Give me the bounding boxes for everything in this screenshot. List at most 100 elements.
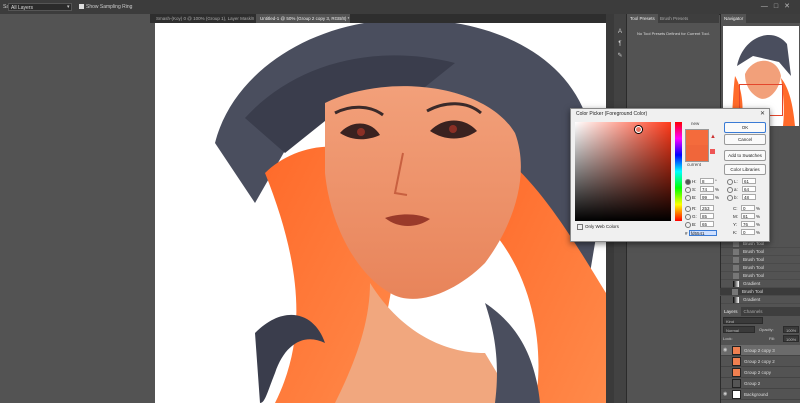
layer-thumbnail — [732, 346, 741, 355]
color-libraries-button[interactable]: Color Libraries — [724, 164, 766, 175]
tab-tool-presets[interactable]: Tool Presets — [627, 14, 658, 23]
field-r[interactable]: R: 253 — [685, 205, 714, 212]
hex-input[interactable]: fd5541 — [688, 230, 717, 236]
field-y[interactable]: Y: 76% — [733, 221, 760, 228]
color-field-marker[interactable] — [635, 126, 642, 133]
sample-select[interactable]: All Layers — [8, 3, 72, 11]
field-b[interactable]: B: 99% — [685, 194, 719, 201]
radio-blue[interactable] — [685, 221, 691, 228]
field-k[interactable]: K: 0% — [733, 229, 760, 236]
folder-icon — [732, 379, 741, 388]
radio-lab-b[interactable] — [727, 194, 733, 201]
maximize-icon[interactable]: □ — [774, 3, 784, 10]
field-h[interactable]: H: 8 ° — [685, 178, 717, 185]
tab-navigator[interactable]: Navigator — [721, 14, 747, 23]
eye-icon[interactable]: ◉ — [723, 392, 728, 397]
history-item[interactable]: Brush Tool — [721, 272, 800, 280]
ok-button[interactable]: OK — [724, 122, 766, 133]
no-presets-message: No Tool Presets Defined for Current Tool… — [637, 31, 710, 36]
layer-thumbnail — [732, 368, 741, 377]
brush-icon — [732, 289, 738, 295]
type-icon[interactable]: A — [616, 28, 624, 36]
tab-layers[interactable]: Layers — [721, 307, 741, 316]
layer-row[interactable]: Group 2 — [721, 378, 800, 389]
layers-tabs: Layers Channels — [721, 307, 800, 316]
layer-row[interactable]: Group 2 copy 2 — [721, 356, 800, 367]
radio-a[interactable] — [727, 186, 733, 193]
tool-presets-tabs: Tool Presets Brush Presets — [627, 14, 719, 23]
radio-g[interactable] — [685, 213, 691, 220]
document-canvas[interactable] — [155, 23, 606, 403]
eye-icon[interactable] — [723, 359, 728, 363]
brush-icon — [733, 257, 739, 263]
only-web-colors-checkbox[interactable] — [577, 224, 583, 230]
cancel-button[interactable]: Cancel — [724, 134, 766, 145]
opacity-field[interactable]: 100% — [783, 326, 799, 333]
radio-l[interactable] — [727, 178, 733, 185]
lock-label: Lock: — [723, 336, 733, 341]
field-s[interactable]: S: 74% — [685, 186, 719, 193]
radio-h[interactable] — [685, 178, 691, 185]
only-web-colors[interactable]: Only Web Colors — [577, 224, 619, 230]
history-item[interactable]: Brush Tool — [721, 248, 800, 256]
field-blue[interactable]: B: 65 — [685, 221, 714, 228]
field-a[interactable]: a: 64 — [727, 186, 756, 193]
new-color-label: new — [691, 121, 700, 126]
fill-field[interactable]: 100% — [783, 335, 799, 342]
show-ring-checkbox[interactable] — [79, 4, 84, 9]
field-m[interactable]: M: 81% — [733, 213, 760, 220]
navigator-tabs: Navigator — [721, 14, 800, 23]
close-icon[interactable]: ✕ — [760, 110, 765, 117]
layer-thumbnail — [732, 357, 741, 366]
history-item[interactable]: Gradient — [721, 280, 800, 288]
brush-icon — [733, 249, 739, 255]
eye-icon[interactable] — [723, 370, 728, 374]
paragraph-icon[interactable]: ¶ — [616, 40, 624, 48]
radio-r[interactable] — [685, 205, 691, 212]
field-l[interactable]: L: 61 — [727, 178, 756, 185]
opacity-label: Opacity: — [759, 327, 774, 332]
workspace-left — [0, 14, 150, 403]
layer-row[interactable]: Group 2 copy — [721, 367, 800, 378]
field-g[interactable]: G: 85 — [685, 213, 714, 220]
layer-thumbnail — [732, 390, 741, 399]
tab-channels[interactable]: Channels — [741, 307, 766, 316]
fill-label: Fill: — [769, 336, 776, 341]
doc-tab-untitled[interactable]: Untitled-1 @ 50% (Group 2 copy 3, RGB/8)… — [256, 14, 350, 23]
dialog-title: Color Picker (Foreground Color) — [576, 111, 648, 117]
current-color-swatch[interactable] — [685, 145, 709, 162]
color-field[interactable] — [575, 122, 671, 221]
radio-b[interactable] — [685, 194, 691, 201]
gamut-warning-icon[interactable]: ▲ — [710, 134, 716, 140]
color-picker-dialog: Color Picker (Foreground Color) ✕ new cu… — [570, 108, 770, 242]
eye-icon[interactable] — [723, 381, 728, 385]
doc-tab-smash[interactable]: Smash-(Koy) 0 @ 100% (Group 1), Layer Ma… — [152, 14, 254, 23]
tool-presets-icon[interactable]: ✎ — [616, 52, 624, 60]
hue-slider[interactable] — [675, 122, 682, 221]
history-item-selected[interactable]: Brush Tool — [720, 288, 800, 296]
field-lab-b[interactable]: b: 48 — [727, 194, 756, 201]
document-tabs: Smash-(Koy) 0 @ 100% (Group 1), Layer Ma… — [150, 14, 606, 23]
artwork-illustration — [155, 23, 606, 403]
hex-field-row: # fd5541 — [685, 230, 717, 236]
add-to-swatches-button[interactable]: Add to Swatches — [724, 150, 766, 161]
radio-s[interactable] — [685, 186, 691, 193]
minimize-icon[interactable]: — — [761, 3, 774, 10]
brush-icon — [733, 273, 739, 279]
brush-icon — [733, 265, 739, 271]
gradient-icon — [733, 281, 739, 287]
eye-icon[interactable]: ◉ — [723, 348, 728, 353]
field-c[interactable]: C: 0% — [733, 205, 760, 212]
options-bar: Sample: All Layers ▾ Show Sampling Ring … — [0, 0, 800, 15]
history-item[interactable]: Brush Tool — [721, 264, 800, 272]
layer-row[interactable]: ◉ Group 2 copy 3 — [721, 345, 800, 356]
layer-row[interactable]: ◉ Background — [721, 389, 800, 400]
blend-mode-select[interactable]: Normal — [723, 326, 755, 333]
history-item[interactable]: Gradient — [721, 296, 800, 304]
window-controls: —□✕ — [761, 2, 796, 10]
web-safe-icon[interactable] — [710, 149, 715, 154]
history-item[interactable]: Brush Tool — [721, 256, 800, 264]
layer-filter-select[interactable]: Kind — [723, 317, 763, 324]
close-icon[interactable]: ✕ — [784, 3, 796, 10]
tab-brush-presets[interactable]: Brush Presets — [657, 14, 691, 23]
